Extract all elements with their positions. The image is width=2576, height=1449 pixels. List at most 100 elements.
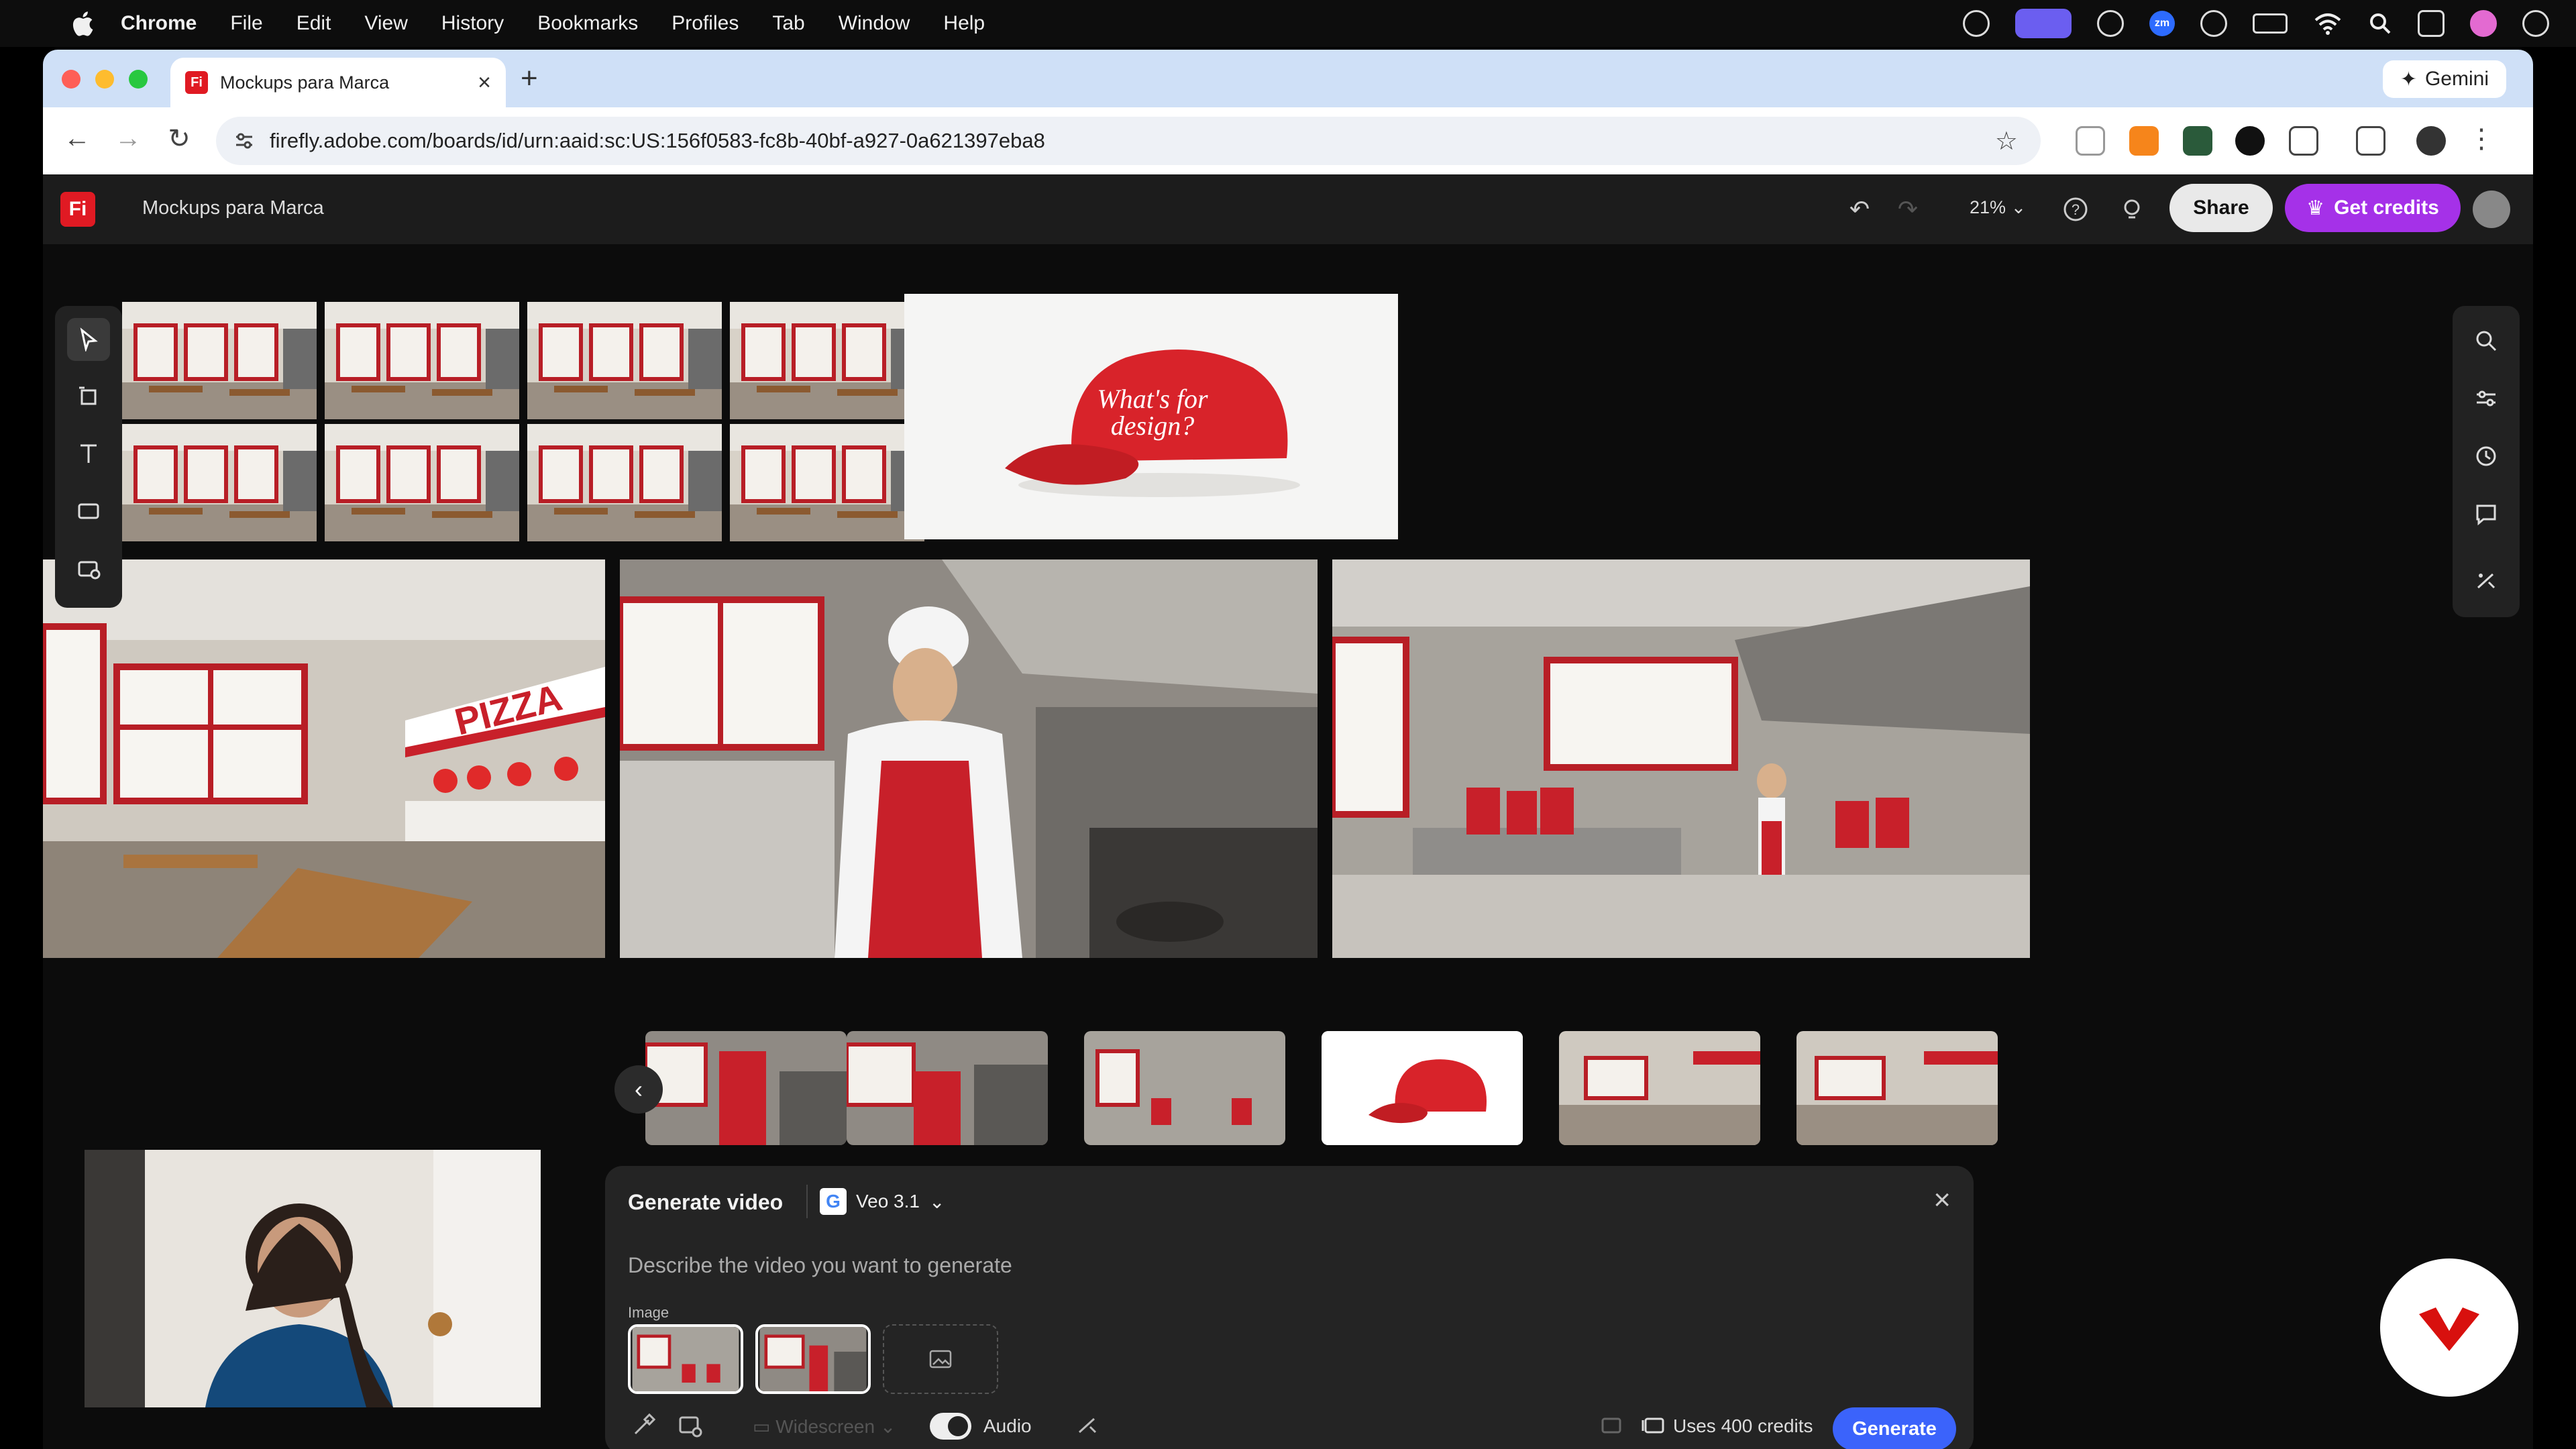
address-bar[interactable]: firefly.adobe.com/boards/id/urn:aaid:sc:… [216, 117, 2041, 165]
aspect-ratio-dropdown[interactable]: ▭ Widescreen ⌄ [753, 1415, 896, 1438]
tab-strip: Fi Mockups para Marca × + ✦ Gemini [43, 50, 2533, 107]
figma-icon[interactable] [2200, 10, 2227, 37]
gemini-sparkle-icon: ✦ [2400, 68, 2417, 91]
status-app-icon[interactable] [1963, 10, 1990, 37]
menu-view[interactable]: View [364, 12, 407, 35]
adjustments-icon[interactable] [2465, 377, 2508, 420]
menu-bookmarks[interactable]: Bookmarks [537, 12, 638, 35]
user-status-icon[interactable] [2522, 10, 2549, 37]
add-image-slot[interactable] [883, 1324, 998, 1394]
search-icon[interactable] [2465, 319, 2508, 362]
panel-footer: ▭ Widescreen ⌄ Audio Uses 400 credits Ge… [605, 1401, 1974, 1449]
zoom-level-dropdown[interactable]: 21% ⌄ [1970, 197, 2026, 218]
select-tool-icon[interactable] [67, 318, 110, 361]
model-selector[interactable]: G Veo 3.1 ⌄ [806, 1185, 945, 1218]
window-minimize-button[interactable] [95, 70, 114, 89]
menu-window[interactable]: Window [839, 12, 910, 35]
chrome-menu-icon[interactable]: ⋮ [2465, 123, 2498, 154]
get-credits-button[interactable]: ♛ Get credits [2285, 184, 2461, 232]
text-tool-icon[interactable] [67, 432, 110, 475]
interior-grid-image[interactable] [122, 302, 927, 543]
extensions-puzzle-icon[interactable] [2289, 126, 2318, 156]
tab-close-icon[interactable]: × [478, 70, 491, 96]
generate-button[interactable]: Generate [1833, 1407, 1956, 1449]
menu-edit[interactable]: Edit [297, 12, 331, 35]
thumbnail-interior-2[interactable] [1796, 1031, 1998, 1145]
new-tab-button[interactable]: + [521, 62, 538, 95]
browser-toolbar: ← → ↻ firefly.adobe.com/boards/id/urn:aa… [43, 107, 2533, 174]
control-center-icon[interactable] [2418, 10, 2445, 37]
image-slot-2[interactable] [755, 1324, 871, 1394]
shape-tool-icon[interactable] [67, 490, 110, 533]
status-bar-icons: zm [1963, 0, 2549, 47]
menu-history[interactable]: History [441, 12, 504, 35]
comment-icon[interactable] [2465, 492, 2508, 535]
battery-icon[interactable] [2253, 13, 2288, 34]
history-icon[interactable] [2465, 435, 2508, 478]
audio-toggle[interactable] [930, 1413, 971, 1440]
board-frame-tool-icon[interactable] [67, 374, 110, 417]
profile-avatar[interactable] [2416, 126, 2446, 156]
tab-search-icon[interactable] [2356, 126, 2385, 156]
window-zoom-button[interactable] [129, 70, 148, 89]
spotlight-search-icon[interactable] [2368, 11, 2392, 36]
motion-settings-icon[interactable] [1072, 1410, 1103, 1441]
thumbnail-red-cap-selected[interactable] [1322, 1031, 1523, 1145]
window-close-button[interactable] [62, 70, 80, 89]
gemini-label: Gemini [2424, 68, 2489, 90]
reload-icon[interactable]: ↻ [162, 123, 196, 154]
redo-icon[interactable]: ↷ [1894, 196, 1921, 223]
metamask-extension-icon[interactable] [2129, 126, 2159, 156]
close-panel-icon[interactable]: × [1933, 1183, 1951, 1217]
screen-mirroring-icon[interactable] [2015, 9, 2072, 38]
menu-profiles[interactable]: Profiles [672, 12, 739, 35]
menu-tab[interactable]: Tab [772, 12, 804, 35]
firefly-logo[interactable]: Fi [60, 192, 95, 227]
forward-arrow-icon[interactable]: → [111, 123, 145, 154]
zoom-app-icon[interactable]: zm [2149, 11, 2175, 36]
app-menus: Chrome File Edit View History Bookmarks … [121, 12, 985, 35]
menu-help[interactable]: Help [943, 12, 985, 35]
generate-image-tool-icon[interactable] [67, 547, 110, 590]
thumbnail-interior-1[interactable] [1559, 1031, 1760, 1145]
image-settings-icon[interactable] [675, 1410, 706, 1441]
menu-chrome[interactable]: Chrome [121, 12, 197, 35]
help-icon[interactable]: ? [2062, 196, 2089, 223]
image-label: Image [628, 1304, 669, 1321]
enhance-prompt-icon[interactable] [1597, 1410, 1627, 1441]
menu-file[interactable]: File [230, 12, 262, 35]
chef-kitchen-image[interactable] [620, 559, 1318, 958]
undo-icon[interactable]: ↶ [1846, 196, 1873, 223]
bookmark-star-icon[interactable]: ☆ [1995, 126, 2018, 156]
cloud-sync-icon[interactable] [2097, 10, 2124, 37]
back-arrow-icon[interactable]: ← [60, 123, 94, 154]
zoom-value: 21% [1970, 197, 2006, 217]
board-title[interactable]: Mockups para Marca [142, 197, 324, 219]
camera-extension-icon[interactable] [2076, 126, 2105, 156]
chevron-down-icon: ⌄ [2010, 197, 2027, 217]
video-prompt-input[interactable] [628, 1253, 1902, 1278]
thumbnail-chef-2[interactable] [847, 1031, 1048, 1145]
chevron-left-icon[interactable]: ‹ [614, 1065, 663, 1114]
siri-icon[interactable] [2470, 10, 2497, 37]
site-settings-icon[interactable] [233, 130, 255, 152]
sheets-extension-icon[interactable] [2183, 126, 2212, 156]
share-button[interactable]: Share [2169, 184, 2273, 232]
pizza-restaurant-image[interactable]: PIZZA [43, 559, 605, 958]
user-avatar[interactable] [2473, 191, 2510, 228]
floating-brand-button[interactable] [2380, 1258, 2518, 1397]
style-reference-icon[interactable] [628, 1410, 659, 1441]
thumbnail-chef-1[interactable] [645, 1031, 847, 1145]
get-credits-label: Get credits [2334, 197, 2439, 219]
thumbnail-kitchen[interactable] [1084, 1031, 1285, 1145]
red-cap-image[interactable]: What's for design? [904, 294, 1398, 539]
apple-logo-icon[interactable] [70, 9, 95, 38]
ai-tools-icon[interactable] [2465, 559, 2508, 602]
wifi-icon[interactable] [2313, 12, 2343, 35]
image-slot-1[interactable] [628, 1324, 743, 1394]
lightbulb-icon[interactable] [2118, 196, 2145, 223]
x-extension-icon[interactable] [2235, 126, 2265, 156]
open-kitchen-image[interactable] [1332, 559, 2030, 958]
browser-tab-active[interactable]: Fi Mockups para Marca × [170, 58, 506, 107]
gemini-button[interactable]: ✦ Gemini [2382, 60, 2506, 98]
